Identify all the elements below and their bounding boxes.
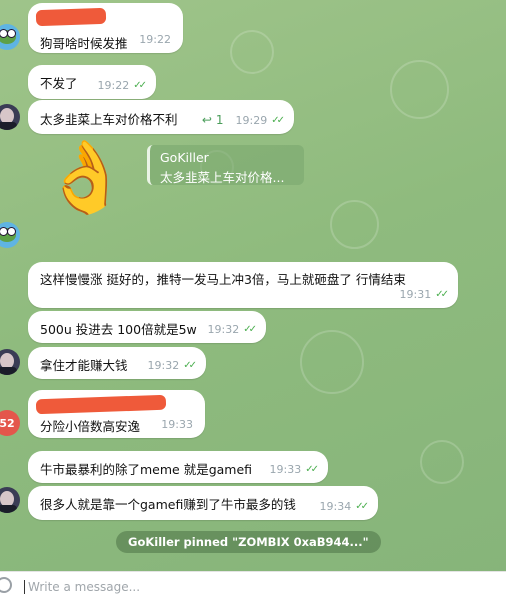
message-time: 19:22 [97, 79, 130, 92]
redacted-sender-name [35, 7, 107, 27]
message-text: 太多韭菜上车对价格不利 [40, 112, 178, 127]
message-time: 19:32 [147, 359, 180, 372]
message-text: 很多人就是靠一个gamefi赚到了牛市最多的钱 [40, 497, 296, 512]
sender-avatar-frog[interactable] [0, 222, 20, 248]
avatar-body [0, 367, 17, 375]
double-check-icon: ✓✓ [435, 289, 449, 300]
message-bubble[interactable]: 太多韭菜上车对价格不利 ↩ 1 19:29 ✓✓ [28, 100, 294, 134]
message-text: 这样慢慢涨 挺好的，推特一发马上冲3倍，马上就砸盘了 行情结束 [40, 272, 406, 287]
message-bubble[interactable]: 不发了 19:22 ✓✓ [28, 65, 156, 99]
sender-avatar-dark[interactable] [0, 104, 20, 130]
message-bubble[interactable]: 狗哥啥时候发推 19:22 [28, 3, 183, 53]
pinned-message-notice[interactable]: GoKiller pinned "ZOMBIX 0xaB944..." [116, 531, 381, 553]
message-bubble[interactable]: 牛市最暴利的除了meme 就是gamefi 19:33 ✓✓ [28, 451, 328, 483]
sender-avatar-badge[interactable]: 52 [0, 410, 20, 436]
message-time: 19:29 [235, 113, 268, 127]
double-check-icon: ✓✓ [305, 464, 319, 475]
message-meta: 19:34 ✓✓ [319, 500, 369, 513]
avatar-body [0, 122, 17, 130]
message-time: 19:32 [207, 323, 240, 336]
message-meta: 19:33 [161, 418, 193, 431]
message-input[interactable]: Write a message... [28, 580, 140, 594]
reply-arrow-icon[interactable]: ↩ [202, 113, 212, 127]
message-bubble[interactable]: 拿住才能赚大钱 19:32 ✓✓ [28, 347, 206, 379]
redacted-sender-name [35, 394, 167, 415]
frog-eye [7, 227, 16, 236]
double-check-icon: ✓✓ [271, 114, 285, 126]
quoted-reply[interactable]: GoKiller 太多韭菜上车对价格... [147, 145, 304, 185]
message-composer: Write a message... [0, 571, 506, 598]
message-text: 拿住才能赚大钱 [40, 358, 128, 373]
message-time: 19:31 [399, 288, 432, 301]
message-text: 不发了 [40, 76, 78, 91]
message-meta: 19:32 ✓✓ [207, 323, 257, 336]
message-meta: 19:33 ✓✓ [269, 463, 319, 476]
wallpaper-doodle [330, 200, 379, 249]
message-bubble[interactable]: 这样慢慢涨 挺好的，推特一发马上冲3倍，马上就砸盘了 行情结束 19:31 ✓✓ [28, 262, 458, 308]
sender-avatar-frog[interactable] [0, 24, 20, 50]
frog-eye [7, 29, 16, 38]
double-check-icon: ✓✓ [183, 360, 197, 371]
message-meta: ↩ 1 19:29 ✓✓ [202, 113, 285, 127]
message-text: 牛市最暴利的除了meme 就是gamefi [40, 462, 253, 477]
text-cursor [24, 580, 25, 594]
reply-count[interactable]: 1 [216, 113, 224, 127]
message-meta: 19:22 [139, 33, 171, 46]
message-time: 19:33 [269, 463, 302, 476]
double-check-icon: ✓✓ [133, 80, 147, 91]
double-check-icon: ✓✓ [243, 324, 257, 335]
attach-icon[interactable] [0, 577, 12, 593]
message-time: 19:33 [161, 418, 193, 431]
message-bubble[interactable]: 很多人就是靠一个gamefi赚到了牛市最多的钱 19:34 ✓✓ [28, 486, 378, 520]
chat-window: 狗哥啥时候发推 19:22 不发了 19:22 ✓✓ 太多韭菜上车对价格不利 ↩… [0, 0, 506, 598]
avatar-body [0, 505, 17, 513]
message-meta: 19:22 ✓✓ [97, 79, 147, 92]
wallpaper-doodle [230, 30, 274, 74]
message-text: 500u 投进去 100倍就是5w [40, 322, 197, 337]
wallpaper-doodle [420, 440, 464, 484]
message-time: 19:34 [319, 500, 352, 513]
message-text: 分险小倍数高安逸 [40, 419, 141, 434]
quoted-author: GoKiller [160, 150, 209, 165]
message-meta: 19:31 ✓✓ [399, 288, 449, 301]
ok-hand-sticker[interactable]: 👌 [42, 142, 129, 212]
sender-avatar-dark[interactable] [0, 349, 20, 375]
quoted-text: 太多韭菜上车对价格... [160, 170, 285, 185]
message-time: 19:22 [139, 33, 171, 46]
double-check-icon: ✓✓ [355, 501, 369, 512]
wallpaper-doodle [390, 60, 449, 119]
sender-avatar-dark[interactable] [0, 487, 20, 513]
message-bubble[interactable]: 500u 投进去 100倍就是5w 19:32 ✓✓ [28, 311, 266, 343]
wallpaper-doodle [300, 330, 364, 394]
message-text: 狗哥啥时候发推 [40, 36, 128, 51]
message-meta: 19:32 ✓✓ [147, 359, 197, 372]
message-bubble[interactable]: 分险小倍数高安逸 19:33 [28, 390, 205, 438]
